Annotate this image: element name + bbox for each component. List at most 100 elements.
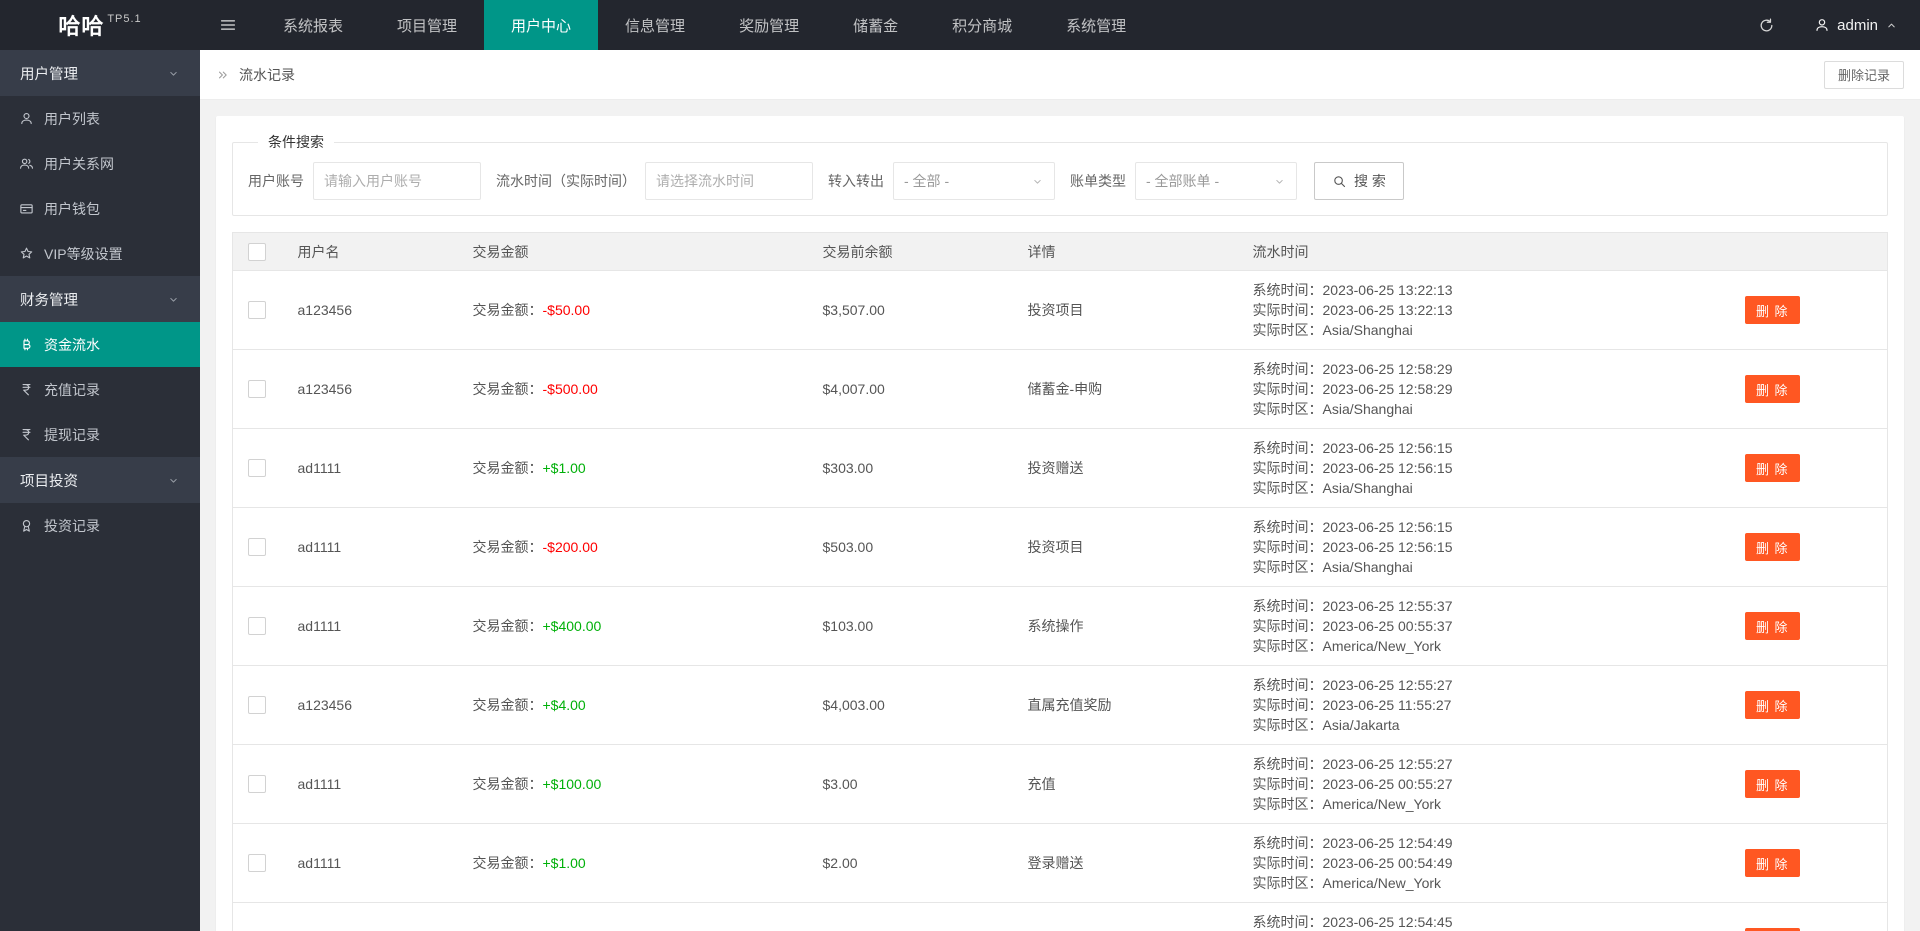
balance-cell: $4,007.00 [807,349,1013,429]
sidebar-section-label: 用户管理 [20,66,78,83]
amount-cell: 交易金额：+$1.00 [457,428,808,508]
sidebar-item[interactable]: VIP等级设置 [0,231,200,276]
amount-cell: 交易金额： [457,902,808,931]
delete-button[interactable]: 删 除 [1744,770,1800,798]
username-text: admin [1837,16,1878,34]
row-checkbox[interactable] [248,696,266,714]
real-time-label: 实际时间： [1252,539,1323,555]
time-cell: 系统时间：2023-06-25 12:58:29 实际时间：2023-06-25… [1237,349,1658,429]
amount-prefix: 交易金额： [472,460,543,476]
direction-select[interactable]: - 全部 - [893,162,1055,200]
amount-prefix: 交易金额： [472,618,543,634]
top-menu-item[interactable]: 用户中心 [484,0,599,50]
sidebar-item-label: 投资记录 [44,517,100,534]
top-menu-item[interactable]: 信息管理 [598,0,712,50]
table-header-row: 用户名 交易金额 交易前余额 详情 流水时间 [232,232,1888,271]
table-row: a123456 交易金额：-$50.00 $3,507.00 投资项目 系统时间… [232,270,1888,350]
flow-time-input[interactable] [645,162,813,200]
top-menu-item[interactable]: 项目管理 [370,0,484,50]
sidebar-item-label: 充值记录 [44,381,100,398]
sidebar-section-header[interactable]: 财务管理 [0,276,200,322]
delete-button[interactable]: 删 除 [1744,691,1800,719]
sidebar-section: 财务管理 资金流水 充值记录 提现记录 [0,276,200,457]
sidebar-item[interactable]: 提现记录 [0,412,200,457]
sys-time-value: 2023-06-25 12:55:37 [1322,598,1453,614]
sidebar-item[interactable]: 用户钱包 [0,186,200,231]
chevron-down-icon [167,67,180,80]
real-time-value: 2023-06-25 11:55:27 [1322,697,1452,713]
column-header-username: 用户名 [282,232,458,271]
sidebar-item[interactable]: 资金流水 [0,322,200,367]
sidebar-item[interactable]: 用户关系网 [0,141,200,186]
account-input[interactable] [313,162,481,200]
delete-button[interactable]: 删 除 [1744,849,1800,877]
balance-cell [807,902,1013,931]
amount-cell: 交易金额：-$500.00 [457,349,808,429]
row-checkbox[interactable] [248,301,266,319]
chevron-down-icon [1031,175,1044,188]
row-checkbox[interactable] [248,617,266,635]
top-menu-item[interactable]: 储蓄金 [826,0,925,50]
content: 条件搜索 用户账号 流水时间（实际时间） 转入转出 - 全部 - 账单类型 - … [200,100,1920,931]
username-cell [282,902,458,931]
refresh-button[interactable] [1740,0,1792,50]
chevron-down-icon [1273,175,1286,188]
top-menu-item[interactable]: 系统管理 [1039,0,1153,50]
detail-cell: 登录赠送 [1012,823,1238,903]
row-checkbox[interactable] [248,854,266,872]
balance-cell: $3,507.00 [807,270,1013,350]
detail-cell: 充值 [1012,744,1238,824]
timezone-value: Asia/Shanghai [1322,322,1413,338]
time-cell: 系统时间：2023-06-25 12:55:37 实际时间：2023-06-25… [1237,586,1658,666]
username-cell: ad1111 [282,586,458,666]
timezone-value: America/New_York [1322,875,1442,891]
top-menu-item[interactable]: 系统报表 [256,0,370,50]
sidebar-section-header[interactable]: 用户管理 [0,50,200,96]
search-button[interactable]: 搜 索 [1314,162,1404,200]
sidebar-item[interactable]: 投资记录 [0,503,200,548]
delete-button[interactable]: 删 除 [1744,296,1800,324]
sidebar-item[interactable]: 充值记录 [0,367,200,412]
flow-table: 用户名 交易金额 交易前余额 详情 流水时间 a123456 交易金额：-$50… [232,232,1888,931]
sidebar-item-icon [19,382,34,397]
detail-cell: 投资赠送 [1012,428,1238,508]
sidebar-section-header[interactable]: 项目投资 [0,457,200,503]
row-checkbox[interactable] [248,775,266,793]
sidebar-toggle-button[interactable] [200,0,256,50]
delete-button[interactable]: 删 除 [1744,375,1800,403]
bill-type-select[interactable]: - 全部账单 - [1135,162,1297,200]
real-time-label: 实际时间： [1252,460,1323,476]
top-menu-item[interactable]: 积分商城 [925,0,1039,50]
chevron-down-icon [167,474,180,487]
sidebar-item[interactable]: 用户列表 [0,96,200,141]
sidebar-item-icon [19,111,34,126]
user-menu[interactable]: admin [1792,0,1920,50]
actions-cell: 删 除 [1657,744,1888,824]
real-time-label: 实际时间： [1252,618,1323,634]
sidebar-section-label: 财务管理 [20,292,78,309]
username-cell: a123456 [282,665,458,745]
select-all-checkbox[interactable] [248,242,266,261]
real-time-value: 2023-06-25 00:55:37 [1322,618,1453,634]
delete-button[interactable]: 删 除 [1744,533,1800,561]
delete-records-button[interactable]: 删除记录 [1823,60,1904,89]
top-menu-item[interactable]: 奖励管理 [712,0,826,50]
sys-time-value: 2023-06-25 12:54:49 [1322,835,1453,851]
row-checkbox[interactable] [248,538,266,556]
timezone-label: 实际时区： [1252,559,1323,575]
detail-cell [1012,902,1238,931]
sidebar-section-label: 项目投资 [20,473,78,490]
row-checkbox[interactable] [248,380,266,398]
amount-prefix: 交易金额： [472,539,543,555]
balance-cell: $303.00 [807,428,1013,508]
actions-cell: 删 除 [1657,665,1888,745]
delete-button[interactable]: 删 除 [1744,612,1800,640]
timezone-value: Asia/Shanghai [1322,559,1413,575]
delete-button[interactable]: 删 除 [1744,454,1800,482]
table-row: a123456 交易金额：+$4.00 $4,003.00 直属充值奖励 系统时… [232,665,1888,745]
column-header-balance: 交易前余额 [807,232,1013,271]
top-menu: 系统报表 项目管理 用户中心 信息管理 奖励管理 储蓄金 积分商城 系统管理 [256,0,1153,50]
sidebar-section: 用户管理 用户列表 用户关系网 用户钱包 VIP等级设置 [0,50,200,276]
sys-time-value: 2023-06-25 12:55:27 [1322,756,1453,772]
row-checkbox[interactable] [248,459,266,477]
